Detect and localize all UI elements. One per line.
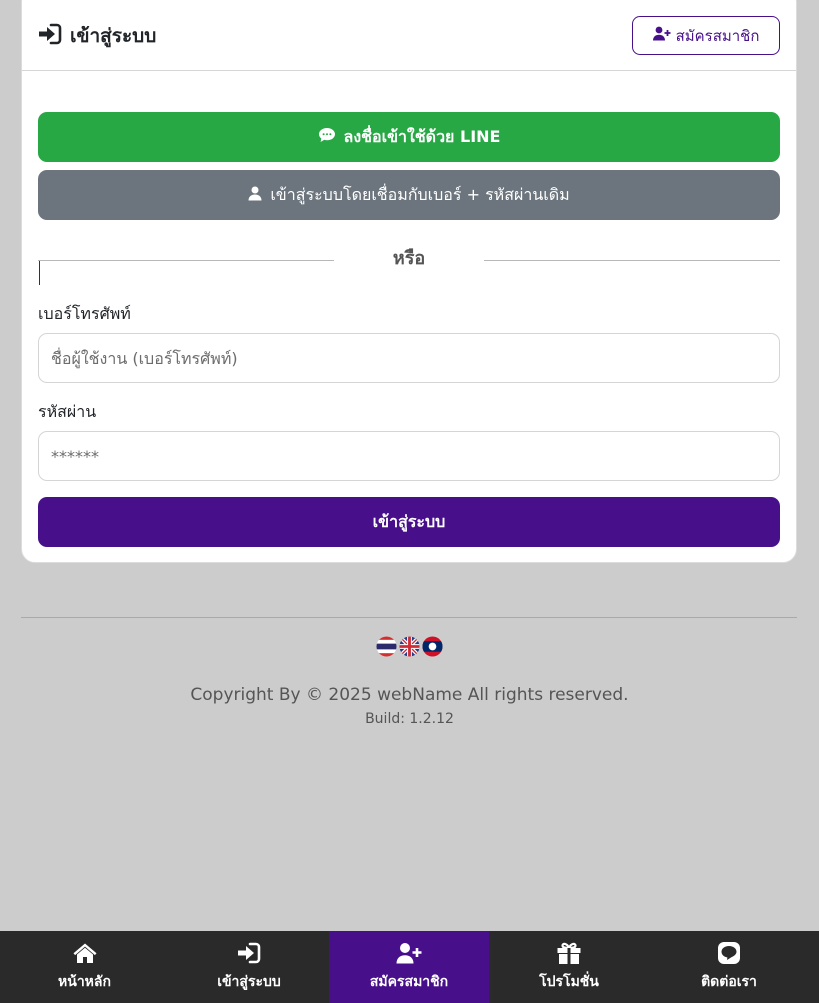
sign-in-icon	[236, 941, 262, 965]
home-icon	[72, 941, 98, 965]
login-submit-label: เข้าสู่ระบบ	[372, 511, 446, 531]
divider-line-left	[38, 260, 334, 261]
sign-in-icon	[38, 23, 62, 50]
language-selector	[376, 636, 443, 661]
nav-item-register[interactable]: สมัครสมาชิก	[329, 931, 489, 1003]
footer-divider	[21, 617, 797, 618]
lao-flag-icon[interactable]	[422, 636, 443, 661]
user-icon	[248, 186, 262, 205]
card-header: เข้าสู่ระบบ สมัครสมาชิก	[22, 1, 796, 71]
page-title-text: เข้าสู่ระบบ	[70, 25, 157, 47]
user-plus-icon	[652, 26, 671, 45]
password-label: รหัสผ่าน	[38, 402, 97, 421]
login-submit-button[interactable]: เข้าสู่ระบบ	[38, 497, 780, 547]
page-title: เข้าสู่ระบบ	[38, 23, 156, 49]
register-button[interactable]: สมัครสมาชิก	[632, 16, 780, 55]
divider-line-right	[484, 260, 780, 261]
text-cursor	[39, 261, 40, 285]
divider-text: หรือ	[392, 248, 426, 269]
register-button-label: สมัครสมาชิก	[675, 26, 760, 45]
phone-input[interactable]	[38, 333, 780, 383]
nav-item-label: สมัครสมาชิก	[369, 974, 449, 990]
password-input[interactable]	[38, 431, 780, 481]
nav-item-promotion[interactable]: โปรโมชั่น	[489, 931, 649, 1003]
nav-item-login[interactable]: เข้าสู่ระบบ	[169, 931, 329, 1003]
line-login-button[interactable]: ลงชื่อเข้าใช้ด้วย LINE	[38, 112, 780, 162]
copyright-text: Copyright By © 2025 webName All rights r…	[190, 685, 629, 705]
nav-item-label: ติดต่อเรา	[701, 974, 757, 990]
nav-item-label: โปรโมชั่น	[539, 974, 599, 990]
old-account-login-button[interactable]: เข้าสู่ระบบโดยเชื่อมกับเบอร์ + รหัสผ่านเ…	[38, 170, 780, 220]
phone-label: เบอร์โทรศัพท์	[38, 304, 131, 323]
user-plus-icon	[396, 941, 422, 965]
nav-item-label: เข้าสู่ระบบ	[217, 974, 281, 990]
nav-item-label: หน้าหลัก	[58, 974, 111, 990]
bottom-navigation: หน้าหลัก เข้าสู่ระบบ สมัครสมาชิก โปรโมชั…	[0, 931, 819, 1003]
gift-icon	[556, 941, 582, 965]
thai-flag-icon[interactable]	[376, 636, 397, 661]
line-icon	[716, 941, 742, 965]
old-account-login-label: เข้าสู่ระบบโดยเชื่อมกับเบอร์ + รหัสผ่านเ…	[270, 184, 570, 204]
nav-item-home[interactable]: หน้าหลัก	[0, 931, 169, 1003]
uk-flag-icon[interactable]	[399, 636, 420, 661]
nav-item-contact[interactable]: ติดต่อเรา	[649, 931, 809, 1003]
login-card: เข้าสู่ระบบ สมัครสมาชิก ลงชื่อเข้าใช้ด้ว…	[21, 0, 797, 563]
chat-bubble-icon	[318, 127, 336, 147]
line-login-label: ลงชื่อเข้าใช้ด้วย LINE	[343, 126, 501, 146]
build-version: Build: 1.2.12	[365, 711, 454, 727]
